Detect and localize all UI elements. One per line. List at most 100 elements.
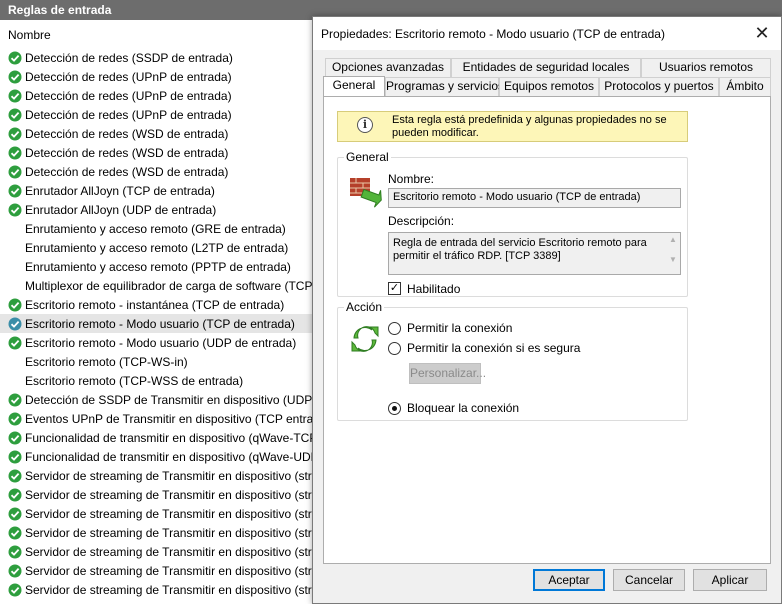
table-row[interactable]: Funcionalidad de transmitir en dispositi… xyxy=(0,447,330,466)
action-group: Acción Permitir la conexión Permitir la … xyxy=(337,300,688,421)
rule-name: Escritorio remoto (TCP-WSS de entrada) xyxy=(25,373,244,388)
description-label: Descripción: xyxy=(388,214,455,228)
tab-protocolos-puertos[interactable]: Protocolos y puertos xyxy=(599,77,719,96)
check-enabled-icon xyxy=(8,108,22,121)
table-row[interactable]: Escritorio remoto (TCP-WS-in) xyxy=(0,352,330,371)
name-label: Nombre: xyxy=(388,172,435,186)
general-group-title: General xyxy=(344,150,391,164)
rules-list: Detección de redes (SSDP de entrada) Dete… xyxy=(0,48,330,599)
table-row[interactable]: Servidor de streaming de Transmitir en d… xyxy=(0,466,330,485)
table-row[interactable]: Escritorio remoto - Modo usuario (UDP de… xyxy=(0,333,330,352)
table-row[interactable]: Eventos UPnP de Transmitir en dispositiv… xyxy=(0,409,330,428)
check-enabled-icon xyxy=(8,507,22,520)
ok-button[interactable]: Aceptar xyxy=(533,569,605,591)
check-enabled-icon xyxy=(8,564,22,577)
rule-name: Detección de redes (WSD de entrada) xyxy=(25,145,229,160)
description-scroll-arrows[interactable]: ▲ ▼ xyxy=(668,235,678,273)
rule-name: Escritorio remoto - Modo usuario (UDP de… xyxy=(25,335,297,350)
table-row[interactable]: Detección de redes (WSD de entrada) xyxy=(0,143,330,162)
tab-general[interactable]: General xyxy=(323,76,385,96)
table-row[interactable]: Servidor de streaming de Transmitir en d… xyxy=(0,523,330,542)
allow-connection-label[interactable]: Permitir la conexión xyxy=(407,321,512,335)
table-row[interactable]: Servidor de streaming de Transmitir en d… xyxy=(0,580,330,599)
name-field[interactable]: Escritorio remoto - Modo usuario (TCP de… xyxy=(388,188,681,208)
table-row[interactable]: Escritorio remoto - instantánea (TCP de … xyxy=(0,295,330,314)
block-connection-label[interactable]: Bloquear la conexión xyxy=(407,401,519,415)
allow-if-secure-label[interactable]: Permitir la conexión si es segura xyxy=(407,341,580,355)
notice-line-2: pueden modificar. xyxy=(392,127,479,139)
dialog-titlebar[interactable]: Propiedades: Escritorio remoto - Modo us… xyxy=(313,17,781,50)
table-row[interactable]: Multiplexor de equilibrador de carga de … xyxy=(0,276,330,295)
tab-programas-servicios[interactable]: Programas y servicios xyxy=(385,77,504,96)
table-row[interactable]: Detección de SSDP de Transmitir en dispo… xyxy=(0,390,330,409)
tab-opciones-avanzadas[interactable]: Opciones avanzadas xyxy=(325,58,451,77)
tab-equipos-remotos[interactable]: Equipos remotos xyxy=(499,77,599,96)
check-enabled-icon xyxy=(8,431,22,444)
check-enabled-icon xyxy=(8,127,22,140)
column-header-name[interactable]: Nombre xyxy=(0,25,320,45)
table-row[interactable]: Detección de redes (UPnP de entrada) xyxy=(0,86,330,105)
rule-name: Detección de redes (WSD de entrada) xyxy=(25,164,229,179)
table-row[interactable]: Enrutador AllJoyn (UDP de entrada) xyxy=(0,200,330,219)
table-row[interactable]: Servidor de streaming de Transmitir en d… xyxy=(0,504,330,523)
rule-name: Servidor de streaming de Transmitir en d… xyxy=(25,487,319,502)
tab-page-general: i Esta regla está predefinida y algunas … xyxy=(323,96,771,564)
rule-name: Funcionalidad de transmitir en dispositi… xyxy=(25,449,319,464)
table-row[interactable]: Detección de redes (WSD de entrada) xyxy=(0,124,330,143)
check-enabled-icon xyxy=(8,51,22,64)
table-row[interactable]: Escritorio remoto - Modo usuario (TCP de… xyxy=(0,314,330,333)
enabled-label[interactable]: Habilitado xyxy=(407,282,460,296)
block-connection-radio[interactable] xyxy=(388,402,401,415)
rule-name: Servidor de streaming de Transmitir en d… xyxy=(25,544,319,559)
close-icon[interactable]: ✕ xyxy=(751,23,773,45)
table-row[interactable]: Enrutamiento y acceso remoto (GRE de ent… xyxy=(0,219,330,238)
customize-button[interactable]: Personalizar... xyxy=(409,363,486,384)
tab-usuarios-remotos[interactable]: Usuarios remotos xyxy=(641,58,771,77)
table-row[interactable]: Detección de redes (WSD de entrada) xyxy=(0,162,330,181)
allow-connection-radio[interactable] xyxy=(388,322,401,335)
selected-rule-icon xyxy=(8,317,22,330)
check-enabled-icon xyxy=(8,70,22,83)
general-group: General Nombre: Escritorio remoto - Modo… xyxy=(337,150,688,297)
check-enabled-icon xyxy=(8,450,22,463)
check-enabled-icon xyxy=(8,203,22,216)
description-field[interactable]: Regla de entrada del servicio Escritorio… xyxy=(388,232,681,275)
rule-name: Detección de redes (SSDP de entrada) xyxy=(25,50,233,65)
table-row[interactable]: Detección de redes (UPnP de entrada) xyxy=(0,67,330,86)
cancel-button[interactable]: Cancelar xyxy=(613,569,685,591)
table-row[interactable]: Servidor de streaming de Transmitir en d… xyxy=(0,561,330,580)
table-row[interactable]: Escritorio remoto (TCP-WSS de entrada) xyxy=(0,371,330,390)
rule-name: Servidor de streaming de Transmitir en d… xyxy=(25,563,319,578)
table-row[interactable]: Detección de redes (UPnP de entrada) xyxy=(0,105,330,124)
predefined-rule-notice: i Esta regla está predefinida y algunas … xyxy=(337,111,688,142)
rule-name: Detección de redes (UPnP de entrada) xyxy=(25,107,232,122)
allow-if-secure-radio[interactable] xyxy=(388,342,401,355)
rule-name: Enrutador AllJoyn (TCP de entrada) xyxy=(25,183,215,198)
rule-name: Servidor de streaming de Transmitir en d… xyxy=(25,525,319,540)
apply-button[interactable]: Aplicar xyxy=(693,569,767,591)
table-row[interactable]: Servidor de streaming de Transmitir en d… xyxy=(0,542,330,561)
dialog-title: Propiedades: Escritorio remoto - Modo us… xyxy=(321,27,665,41)
rule-name: Multiplexor de equilibrador de carga de … xyxy=(25,278,317,293)
enabled-checkbox[interactable]: ✓ xyxy=(388,282,401,295)
tab-entidades-seguridad-locales[interactable]: Entidades de seguridad locales xyxy=(451,58,641,77)
rule-name: Detección de redes (UPnP de entrada) xyxy=(25,69,232,84)
tab-ambito[interactable]: Ámbito xyxy=(719,77,771,96)
rule-name: Servidor de streaming de Transmitir en d… xyxy=(25,506,319,521)
table-row[interactable]: Enrutador AllJoyn (TCP de entrada) xyxy=(0,181,330,200)
info-icon: i xyxy=(357,117,373,133)
check-enabled-icon xyxy=(8,526,22,539)
table-row[interactable]: Detección de redes (SSDP de entrada) xyxy=(0,48,330,67)
rule-name: Enrutamiento y acceso remoto (GRE de ent… xyxy=(25,221,286,236)
check-enabled-icon xyxy=(8,184,22,197)
rule-name: Funcionalidad de transmitir en dispositi… xyxy=(25,430,318,445)
tab-strip: Opciones avanzadas Entidades de segurida… xyxy=(323,57,771,97)
check-enabled-icon xyxy=(8,488,22,501)
table-row[interactable]: Enrutamiento y acceso remoto (PPTP de en… xyxy=(0,257,330,276)
table-row[interactable]: Enrutamiento y acceso remoto (L2TP de en… xyxy=(0,238,330,257)
action-group-title: Acción xyxy=(344,300,385,314)
table-row[interactable]: Funcionalidad de transmitir en dispositi… xyxy=(0,428,330,447)
rule-name: Enrutamiento y acceso remoto (L2TP de en… xyxy=(25,240,289,255)
table-row[interactable]: Servidor de streaming de Transmitir en d… xyxy=(0,485,330,504)
refresh-arrows-icon xyxy=(351,326,379,352)
